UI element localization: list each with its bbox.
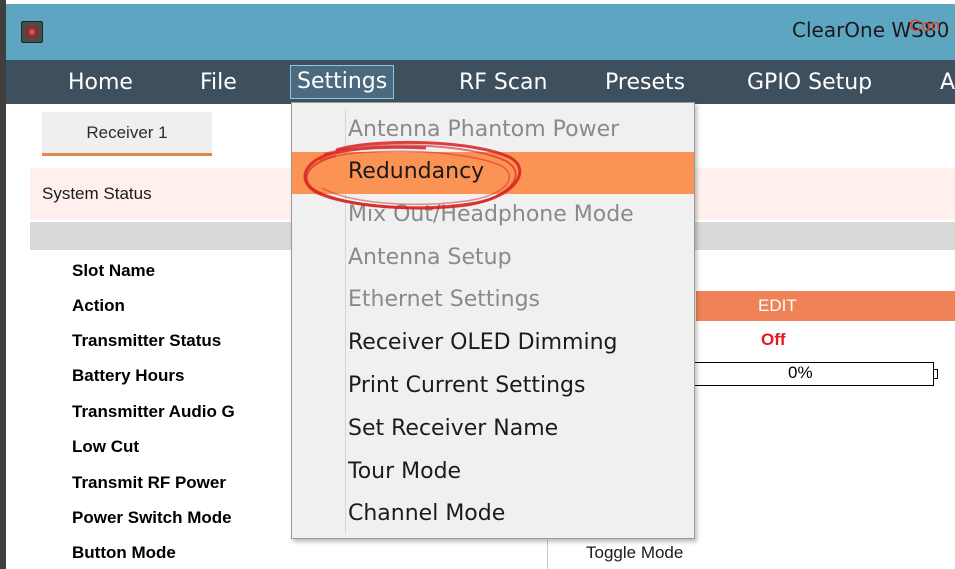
row-label-transmitter-status: Transmitter Status	[72, 331, 222, 350]
app-window: ClearOne WS80 Home File Settings RF Scan…	[0, 0, 955, 569]
tab-receiver-1[interactable]: Receiver 1	[42, 112, 212, 156]
column-divider	[547, 540, 548, 569]
menu-file[interactable]: File	[200, 69, 237, 97]
menu-item-label: Redundancy	[348, 159, 485, 184]
menu-gpio-setup[interactable]: GPIO Setup	[747, 69, 872, 97]
menu-item-print-current-settings[interactable]: Print Current Settings	[292, 366, 694, 408]
title-bar: ClearOne WS80	[6, 4, 955, 60]
app-icon[interactable]	[21, 21, 43, 43]
menu-item-redundancy[interactable]: Redundancy	[292, 152, 694, 194]
menu-bar: Home File Settings RF Scan Presets GPIO …	[6, 60, 955, 104]
menu-rf-scan[interactable]: RF Scan	[459, 69, 547, 97]
system-status-label: System Status	[42, 184, 152, 203]
menu-presets[interactable]: Presets	[605, 69, 685, 97]
edit-button[interactable]	[696, 291, 955, 321]
menu-truncated[interactable]: A	[940, 69, 955, 97]
menu-item-tour-mode[interactable]: Tour Mode	[292, 452, 694, 494]
menu-item-label: Print Current Settings	[348, 373, 586, 398]
system-status-value: Con	[909, 16, 941, 35]
button-mode-value: Toggle Mode	[586, 543, 684, 562]
menu-item-label: Antenna Phantom Power	[348, 117, 620, 142]
menu-item-channel-mode[interactable]: Channel Mode	[292, 494, 694, 536]
menu-item-mix-out-headphone-mode[interactable]: Mix Out/Headphone Mode	[292, 195, 694, 237]
battery-tip	[934, 369, 938, 379]
menu-home[interactable]: Home	[68, 69, 133, 97]
menu-item-label: Channel Mode	[348, 501, 506, 526]
menu-item-set-receiver-name[interactable]: Set Receiver Name	[292, 409, 694, 451]
menu-item-label: Antenna Setup	[348, 245, 512, 270]
row-label-button-mode: Button Mode	[72, 543, 176, 562]
menu-item-receiver-oled-dimming[interactable]: Receiver OLED Dimming	[292, 323, 694, 365]
menu-item-label: Receiver OLED Dimming	[348, 330, 618, 355]
row-label-power-switch-mode: Power Switch Mode	[72, 508, 232, 527]
row-label-transmit-rf-power: Transmit RF Power	[72, 473, 226, 492]
edit-button-label: EDIT	[758, 296, 797, 315]
battery-indicator	[694, 362, 934, 386]
menu-item-label: Set Receiver Name	[348, 416, 559, 441]
battery-hours-value: 0%	[788, 363, 813, 382]
menu-item-label: Tour Mode	[348, 459, 462, 484]
menu-item-label: Mix Out/Headphone Mode	[348, 202, 634, 227]
menu-item-ethernet-settings[interactable]: Ethernet Settings	[292, 280, 694, 322]
row-label-battery-hours: Battery Hours	[72, 366, 185, 385]
menu-item-antenna-setup[interactable]: Antenna Setup	[292, 238, 694, 280]
transmitter-status-value: Off	[761, 330, 786, 349]
row-label-slot-name: Slot Name	[72, 261, 156, 280]
row-label-transmitter-audio-gain: Transmitter Audio G	[72, 402, 235, 421]
menu-item-antenna-phantom-power[interactable]: Antenna Phantom Power	[292, 110, 694, 152]
settings-dropdown-menu: Antenna Phantom Power Redundancy Mix Out…	[291, 102, 695, 539]
menu-settings[interactable]: Settings	[290, 65, 395, 99]
menu-item-label: Ethernet Settings	[348, 287, 540, 312]
row-label-low-cut: Low Cut	[72, 437, 140, 456]
row-label-action: Action	[72, 296, 125, 315]
